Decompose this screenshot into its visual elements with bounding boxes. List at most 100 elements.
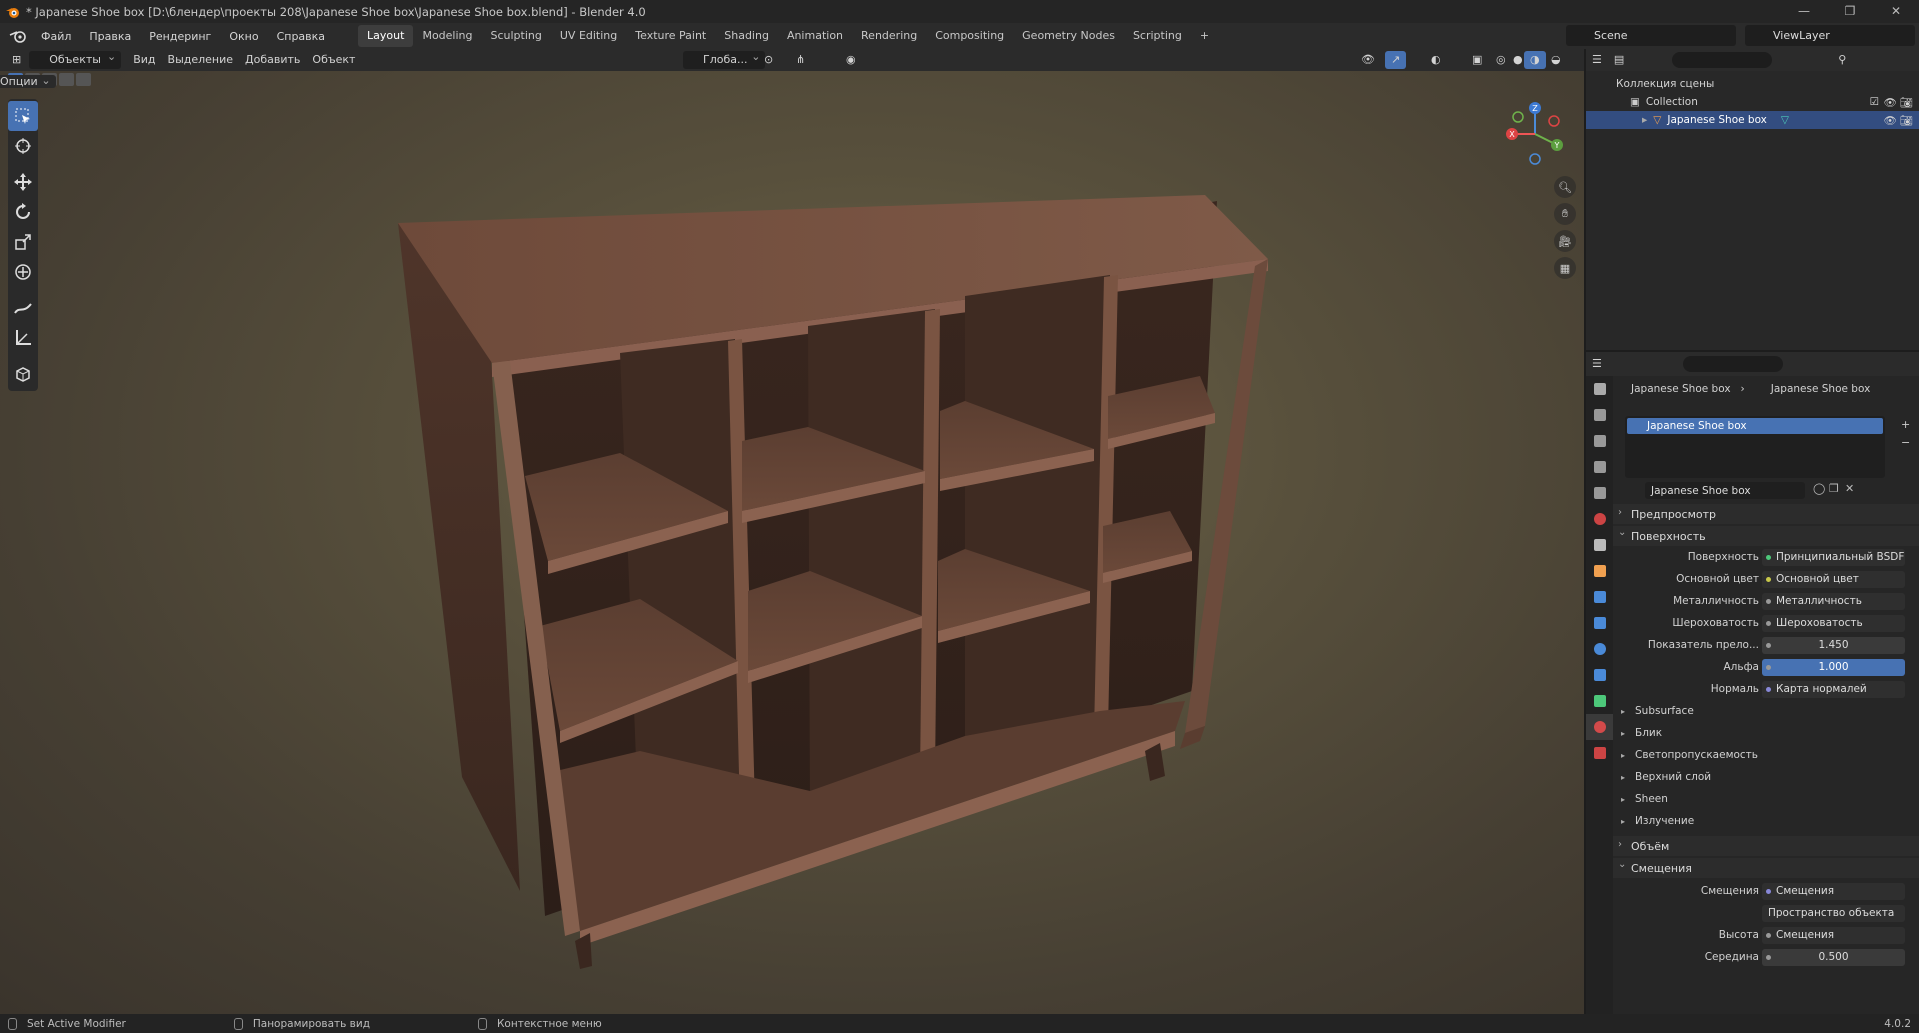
filter-icon[interactable]: ⚲ (1832, 51, 1852, 69)
snap-icon[interactable]: ⋔ (790, 51, 811, 69)
alpha-field[interactable]: 1.000 (1762, 658, 1905, 676)
tab-particles[interactable] (1586, 610, 1613, 636)
exclude-checkbox[interactable]: ☑ (1870, 96, 1879, 108)
fake-user-icon[interactable]: ◯ (1813, 482, 1825, 495)
scene-collection-row[interactable]: Коллекция сцены (1586, 75, 1919, 93)
section-volume[interactable]: Объём (1613, 836, 1919, 856)
tab-scripting[interactable]: Scripting (1124, 25, 1191, 47)
remove-slot-button[interactable]: − (1901, 436, 1910, 449)
tab-object[interactable] (1586, 558, 1613, 584)
view-layer-selector[interactable]: ViewLayer (1745, 25, 1915, 46)
gizmo-toggle-icon[interactable]: ↗ (1385, 51, 1407, 69)
subpanel-sheen[interactable]: Sheen (1621, 790, 1919, 808)
editor-type-icon[interactable]: ⊞ (6, 51, 27, 69)
normal-field[interactable]: Карта нормалей (1762, 680, 1905, 698)
overlay-icon[interactable]: ◐ (1425, 51, 1447, 69)
menu-help[interactable]: Справка (268, 30, 334, 43)
pivot-icon[interactable]: ⊙ (758, 51, 779, 69)
collection-row[interactable]: ▣ Collection ☑ 👁 📷︎ (1586, 93, 1919, 111)
subpanel-transmission[interactable]: Светопропускаемость (1621, 746, 1919, 764)
visibility-icon[interactable]: 👁 (1355, 51, 1381, 69)
tab-physics[interactable] (1586, 636, 1613, 662)
space-dropdown[interactable]: Пространство объекта (1762, 904, 1905, 922)
material-selector[interactable]: Japanese Shoe box (1645, 482, 1805, 499)
height-field[interactable]: Смещения (1762, 926, 1905, 944)
ior-field[interactable]: 1.450 (1762, 636, 1905, 654)
menu-object[interactable]: Объект (306, 51, 361, 69)
tab-output[interactable] (1586, 428, 1613, 454)
eye-icon[interactable]: 👁 (1884, 96, 1897, 109)
camera-view-icon[interactable]: 🎥︎ (1554, 230, 1576, 252)
tab-modifiers[interactable] (1586, 584, 1613, 610)
display-mode-icon[interactable]: ▤ (1608, 51, 1630, 69)
tab-tool[interactable] (1586, 376, 1613, 402)
subpanel-coat[interactable]: Верхний слой (1621, 768, 1919, 786)
midlevel-field[interactable]: 0.500 (1762, 948, 1905, 966)
tab-modeling[interactable]: Modeling (413, 25, 481, 47)
tab-texture-paint[interactable]: Texture Paint (626, 25, 715, 47)
add-slot-button[interactable]: + (1901, 418, 1910, 431)
scene-selector[interactable]: Scene (1566, 25, 1736, 46)
tab-data[interactable] (1586, 688, 1613, 714)
tab-world[interactable] (1586, 506, 1613, 532)
outliner-search[interactable] (1672, 52, 1773, 68)
blender-menu-icon[interactable] (6, 27, 32, 45)
menu-add[interactable]: Добавить (239, 51, 306, 69)
mode-selector[interactable]: Объекты (29, 48, 122, 69)
menu-render[interactable]: Рендеринг (140, 30, 220, 43)
minimize-button[interactable]: — (1781, 0, 1827, 23)
roughness-field[interactable]: Шероховатость (1762, 614, 1905, 632)
menu-file[interactable]: Файл (32, 30, 80, 43)
tab-uv-editing[interactable]: UV Editing (551, 25, 626, 47)
render-icon[interactable]: 📷︎ (1900, 96, 1913, 109)
maximize-button[interactable]: ❐ (1827, 0, 1873, 23)
shoe-box-model[interactable] (0, 71, 1584, 1014)
render-icon[interactable]: 📷︎ (1900, 114, 1913, 127)
tab-collection[interactable] (1586, 532, 1613, 558)
tab-texture[interactable] (1586, 740, 1613, 766)
shading-rendered-icon[interactable]: ◒ (1545, 51, 1567, 69)
subpanel-specular[interactable]: Блик (1621, 724, 1919, 742)
tab-animation[interactable]: Animation (778, 25, 852, 47)
tab-sculpting[interactable]: Sculpting (482, 25, 551, 47)
tab-render[interactable] (1586, 402, 1613, 428)
menu-select[interactable]: Выделение (162, 51, 240, 69)
proportional-edit-icon[interactable]: ◉ (840, 51, 862, 69)
add-workspace-button[interactable]: + (1191, 25, 1218, 47)
surface-shader-field[interactable]: Принципиальный BSDF (1762, 548, 1905, 566)
section-preview[interactable]: Предпросмотр (1613, 504, 1919, 524)
material-slot[interactable]: Japanese Shoe box (1627, 418, 1883, 434)
properties-editor-icon[interactable]: ☰ (1586, 355, 1608, 373)
ortho-grid-icon[interactable]: ▦ (1554, 257, 1576, 279)
navigation-gizmo[interactable]: Z Y X (1500, 99, 1570, 169)
tab-layout[interactable]: Layout (358, 25, 414, 47)
expand-icon[interactable]: ▸ (1642, 114, 1647, 126)
menu-edit[interactable]: Правка (80, 30, 140, 43)
subpanel-emission[interactable]: Излучение (1621, 812, 1919, 830)
properties-search[interactable] (1682, 356, 1783, 372)
eye-icon[interactable]: 👁 (1884, 114, 1897, 127)
xray-icon[interactable]: ▣ (1466, 51, 1488, 69)
displacement-field[interactable]: Смещения (1762, 882, 1905, 900)
tab-shading[interactable]: Shading (715, 25, 778, 47)
subpanel-subsurface[interactable]: Subsurface (1621, 702, 1919, 720)
metallic-field[interactable]: Металличность (1762, 592, 1905, 610)
tab-material[interactable] (1586, 714, 1613, 740)
object-row[interactable]: ▸ ▽ Japanese Shoe box ▽ 👁 📷︎ (1586, 111, 1919, 129)
close-button[interactable]: ✕ (1873, 0, 1919, 23)
zoom-icon[interactable]: 🔍︎ (1554, 176, 1576, 198)
tab-geometry-nodes[interactable]: Geometry Nodes (1013, 25, 1124, 47)
unlink-material-icon[interactable]: ✕ (1845, 482, 1854, 495)
shading-material-icon[interactable]: ◑ (1524, 51, 1546, 69)
3d-viewport[interactable]: Опции ⌄ Z Y X 🔍︎ ✋︎ 🎥︎ ▦ (0, 71, 1584, 1014)
tab-compositing[interactable]: Compositing (926, 25, 1013, 47)
menu-window[interactable]: Окно (220, 30, 267, 43)
menu-view[interactable]: Вид (127, 51, 161, 69)
section-surface[interactable]: Поверхность (1613, 526, 1919, 546)
section-displacement[interactable]: Смещения (1613, 858, 1919, 878)
transform-orientation[interactable]: Глоба... (683, 48, 766, 69)
tab-view-layer[interactable] (1586, 454, 1613, 480)
tab-scene[interactable] (1586, 480, 1613, 506)
outliner-editor-icon[interactable]: ☰ (1586, 51, 1608, 69)
tab-rendering[interactable]: Rendering (852, 25, 926, 47)
